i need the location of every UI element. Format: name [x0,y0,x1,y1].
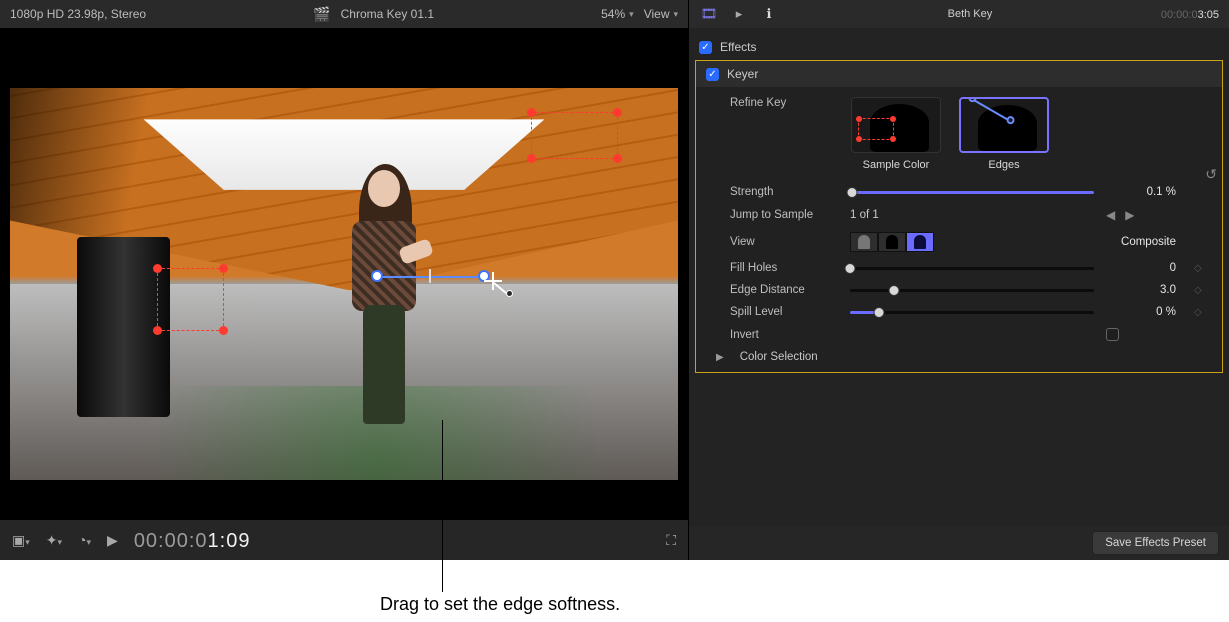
prev-sample-button[interactable]: ◀ [1106,208,1115,222]
clapperboard-icon: 🎬 [313,6,330,23]
callout-text: Drag to set the edge softness. [380,594,620,615]
keyframe-icon[interactable]: ◇ [1194,307,1208,318]
strength-slider[interactable] [850,191,1094,194]
keyer-section-label: Keyer [727,67,758,81]
color-selection-label[interactable]: Color Selection [740,351,818,363]
inspector-duration: 00:00:03:05 [1161,8,1219,21]
transform-tool-icon[interactable]: ▣▾ [12,532,30,549]
play-button[interactable]: ▶ [107,532,118,549]
next-sample-button[interactable]: ▶ [1125,208,1134,222]
sample-rect[interactable] [157,268,224,331]
clip-name[interactable]: Chroma Key 01.1 [341,7,434,21]
view-menu[interactable]: View ▾ [644,7,678,21]
sample-rect[interactable] [531,112,618,159]
save-effects-preset-button[interactable]: Save Effects Preset [1092,531,1219,555]
disclosure-triangle-icon[interactable]: ▶ [716,352,724,363]
spill-level-value[interactable]: 0 % [1106,306,1182,318]
generator-inspector-tab-icon[interactable]: ▸ [729,6,749,22]
fullscreen-icon[interactable]: ⛶ [666,532,676,549]
fill-holes-value[interactable]: 0 [1106,262,1182,274]
edge-softness-tick[interactable] [429,269,431,283]
inspector-clip-title: Beth Key [789,8,1151,20]
zoom-dropdown[interactable]: 54% ▾ [601,7,634,21]
effects-enable-checkbox[interactable]: ✓ [699,41,712,54]
speedometer-icon[interactable]: ◔▾ [78,532,91,548]
keyframe-icon[interactable]: ◇ [1194,263,1208,274]
crosshair-cursor-icon [484,272,502,290]
chevron-down-icon: ▾ [629,9,634,20]
view-mode-original[interactable] [850,232,878,252]
fill-holes-slider[interactable] [850,267,1094,270]
zoom-value: 54% [601,7,625,21]
view-mode-segmented[interactable] [850,232,934,252]
jump-to-sample-label: Jump to Sample [730,209,838,221]
edge-softness-control[interactable] [377,276,484,278]
edges-tool[interactable]: Edges [958,97,1050,171]
effects-section-label: Effects [720,40,756,54]
video-inspector-tab-icon[interactable]: 🎞 [699,6,719,22]
retime-tool-icon[interactable]: ✦▾ [46,532,62,549]
viewer-canvas[interactable] [10,88,678,480]
spill-level-slider[interactable] [850,311,1094,314]
view-mode-label: View [730,236,838,248]
sample-color-tool[interactable]: Sample Color [850,97,942,171]
chevron-down-icon: ▾ [673,9,678,20]
jump-to-sample-value: 1 of 1 [850,209,879,221]
invert-label: Invert [730,329,838,341]
spill-level-label: Spill Level [730,306,838,318]
view-mode-matte[interactable] [878,232,906,252]
info-inspector-tab-icon[interactable]: ℹ [759,6,779,22]
strength-label: Strength [730,186,838,198]
callout-leader-line [442,420,443,592]
keyer-enable-checkbox[interactable]: ✓ [706,68,719,81]
edge-distance-slider[interactable] [850,289,1094,292]
fill-holes-label: Fill Holes [730,262,838,274]
edge-distance-value[interactable]: 3.0 [1106,284,1182,296]
strength-value[interactable]: 0.1 % [1106,186,1182,198]
invert-checkbox[interactable] [1106,328,1119,341]
view-mode-value: Composite [1106,236,1182,248]
reset-icon[interactable]: ↺ [1205,166,1217,183]
refine-key-label: Refine Key [730,97,838,109]
keyframe-icon[interactable]: ◇ [1194,285,1208,296]
view-mode-composite[interactable] [906,232,934,252]
edge-distance-label: Edge Distance [730,284,838,296]
clip-format: 1080p HD 23.98p, Stereo [10,7,146,21]
viewer-timecode[interactable]: 00:00:01:09 [134,528,251,553]
